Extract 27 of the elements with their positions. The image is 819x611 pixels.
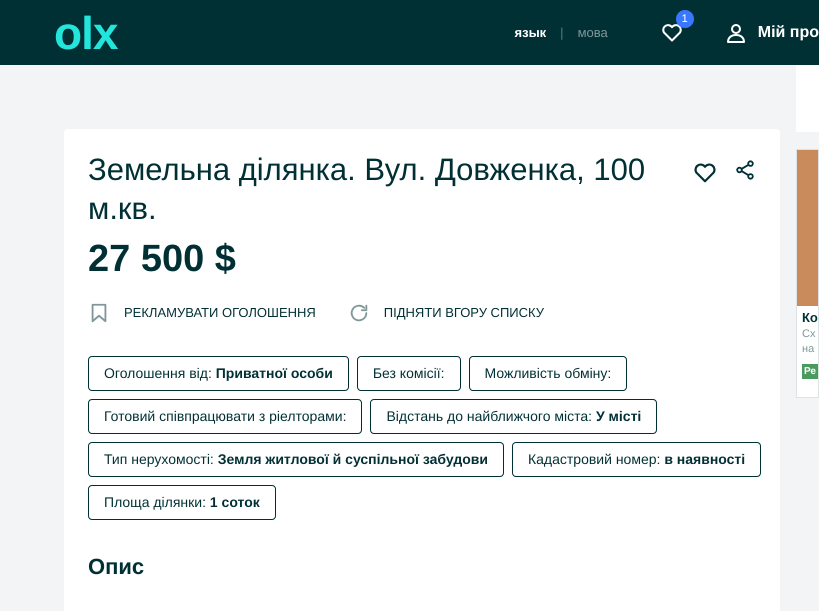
ad-card[interactable]: Ко Сх на Ре [796, 149, 819, 398]
action-link[interactable]: РЕКЛАМУВАТИ ОГОЛОШЕННЯ [124, 303, 316, 323]
attribute-tag: Оголошення від: Приватної особи [88, 356, 349, 392]
share-icon[interactable] [734, 159, 756, 181]
attribute-tag: Кадастровий номер: в наявності [512, 442, 762, 478]
language-link[interactable]: язык [514, 22, 546, 42]
account-link[interactable]: Мій про [758, 20, 819, 44]
attribute-tag: Площа ділянки: 1 соток [88, 485, 276, 520]
section-heading: Опис [88, 554, 146, 580]
attribute-tag: Тип нерухомості: Земля житлової й суспільної забудови [88, 442, 504, 478]
ad-title: Ко [802, 310, 818, 327]
attribute-tag: Без комісії: [356, 356, 460, 392]
panel-background [796, 65, 819, 132]
ad-text: Сх [802, 326, 816, 342]
listing-title: Земельна ділянка. Вул. Довженка, 100 м.кв. [88, 151, 646, 228]
ad-badge: Ре [802, 364, 818, 379]
attribute-tag: Готовий співпрацювати з ріелторами: [88, 399, 362, 434]
action-link[interactable]: ПІДНЯТИ ВГОРУ СПИСКУ [384, 303, 544, 323]
language-link[interactable]: мова [578, 22, 608, 42]
count-badge: 1 [676, 10, 694, 28]
price: 27 500 $ [88, 236, 237, 282]
logo[interactable]: olx [54, 10, 118, 56]
refresh-icon[interactable] [348, 302, 370, 324]
ad-text: на [802, 342, 816, 358]
attribute-tag: Відстань до найближчого міста: У місті [370, 399, 658, 434]
separator: | [560, 24, 564, 42]
attribute-tag: Можливість обміну: [468, 356, 628, 392]
